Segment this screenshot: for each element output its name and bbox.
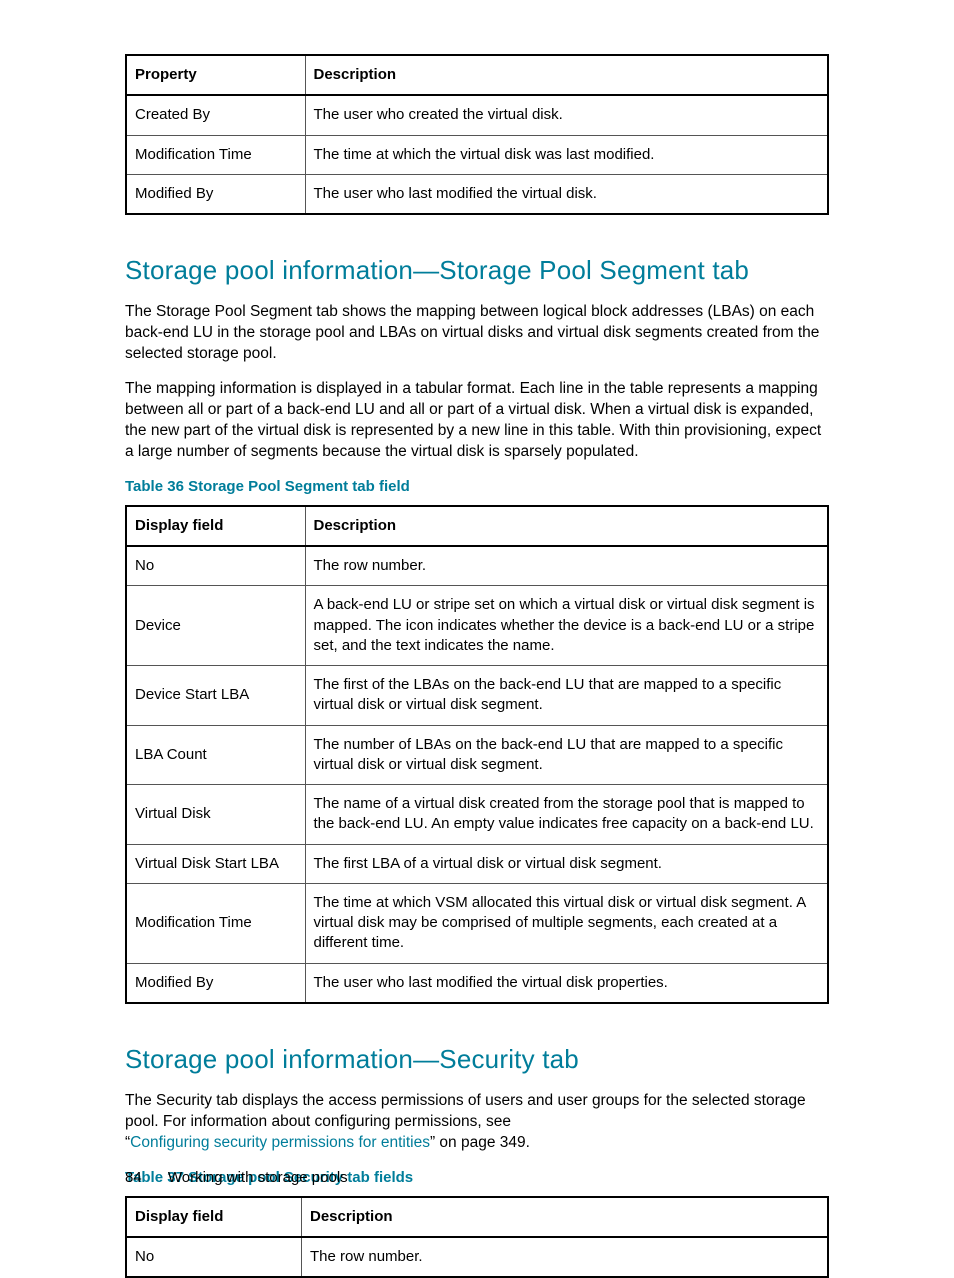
text: The Security tab displays the access per… [125,1092,806,1130]
table-header-row: Display field Description [126,506,828,546]
page-footer: 84 Working with storage pools [125,1168,348,1188]
cell: Virtual Disk [126,785,305,845]
cell: No [126,546,305,586]
section-heading-segment-tab: Storage pool information—Storage Pool Se… [125,253,829,288]
cell: Modification Time [126,883,305,963]
cell: The number of LBAs on the back-end LU th… [305,725,828,785]
cell-description: The time at which the virtual disk was l… [305,135,828,174]
text: ” on page 349. [430,1134,530,1151]
paragraph: The Storage Pool Segment tab shows the m… [125,302,829,365]
cell-description: The user who created the virtual disk. [305,95,828,135]
cell: Virtual Disk Start LBA [126,844,305,883]
table-row: DeviceA back-end LU or stripe set on whi… [126,586,828,666]
table-row: Virtual Disk Start LBAThe first LBA of a… [126,844,828,883]
header-description: Description [302,1197,829,1237]
cell: Modified By [126,963,305,1003]
cell: The first LBA of a virtual disk or virtu… [305,844,828,883]
page-number: 84 [125,1169,142,1186]
security-tab-table: Display field Description NoThe row numb… [125,1196,829,1278]
table-header-row: Property Description [126,55,828,95]
header-description: Description [305,55,828,95]
section-heading-security-tab: Storage pool information—Security tab [125,1042,829,1077]
paragraph: The mapping information is displayed in … [125,379,829,463]
cell-property: Modification Time [126,135,305,174]
cell: The row number. [302,1237,829,1277]
table-row: Modified By The user who last modified t… [126,174,828,214]
cell: Device [126,586,305,666]
paragraph: The Security tab displays the access per… [125,1091,829,1154]
header-property: Property [126,55,305,95]
header-display-field: Display field [126,1197,302,1237]
cell: The time at which VSM allocated this vir… [305,883,828,963]
footer-title: Working with storage pools [168,1169,348,1186]
cell-property: Modified By [126,174,305,214]
table-caption: Table 36 Storage Pool Segment tab field [125,477,829,497]
cell: The name of a virtual disk created from … [305,785,828,845]
document-page: Property Description Created By The user… [0,0,954,1278]
link-configuring-security[interactable]: Configuring security permissions for ent… [130,1134,430,1151]
table-row: Modification Time The time at which the … [126,135,828,174]
cell: LBA Count [126,725,305,785]
table-row: Modification TimeThe time at which VSM a… [126,883,828,963]
table-row: NoThe row number. [126,546,828,586]
header-display-field: Display field [126,506,305,546]
cell: A back-end LU or stripe set on which a v… [305,586,828,666]
table-row: Created By The user who created the virt… [126,95,828,135]
table-row: Device Start LBAThe first of the LBAs on… [126,666,828,726]
cell-property: Created By [126,95,305,135]
property-table: Property Description Created By The user… [125,54,829,215]
cell: The first of the LBAs on the back-end LU… [305,666,828,726]
header-description: Description [305,506,828,546]
table-header-row: Display field Description [126,1197,828,1237]
table-row: Virtual DiskThe name of a virtual disk c… [126,785,828,845]
table-row: Modified ByThe user who last modified th… [126,963,828,1003]
cell-description: The user who last modified the virtual d… [305,174,828,214]
segment-tab-table: Display field Description NoThe row numb… [125,505,829,1004]
cell: The user who last modified the virtual d… [305,963,828,1003]
cell: The row number. [305,546,828,586]
table-row: LBA CountThe number of LBAs on the back-… [126,725,828,785]
table-row: NoThe row number. [126,1237,828,1277]
cell: Device Start LBA [126,666,305,726]
cell: No [126,1237,302,1277]
